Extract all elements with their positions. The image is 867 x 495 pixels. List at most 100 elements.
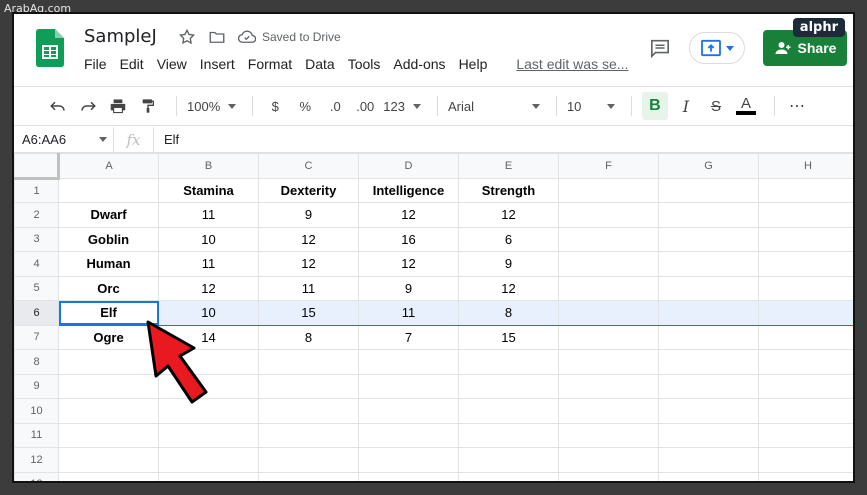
column-header[interactable]: G <box>658 153 759 179</box>
grid-cell[interactable] <box>158 422 259 448</box>
bold-button[interactable]: B <box>641 92 668 120</box>
grid-cell[interactable]: 12 <box>258 226 359 252</box>
grid-cell[interactable]: Goblin <box>58 226 159 252</box>
grid-cell[interactable] <box>758 300 853 326</box>
grid-cell[interactable] <box>258 349 359 375</box>
grid-cell[interactable]: 12 <box>358 202 459 228</box>
grid-cell[interactable] <box>458 373 559 399</box>
folder-icon[interactable] <box>208 28 226 46</box>
last-edit-link[interactable]: Last edit was se... <box>516 56 635 72</box>
grid-cell[interactable] <box>258 422 359 448</box>
grid-cell[interactable]: 16 <box>358 226 459 252</box>
grid-cell[interactable] <box>658 275 759 301</box>
strikethrough-button[interactable]: S <box>704 92 728 120</box>
grid-cell[interactable] <box>758 251 853 277</box>
percent-format-button[interactable]: % <box>293 92 317 120</box>
column-header[interactable]: B <box>158 153 259 179</box>
grid-cell[interactable] <box>758 447 853 473</box>
grid-cell[interactable] <box>658 422 759 448</box>
grid-cell[interactable]: 11 <box>158 251 259 277</box>
grid-cell[interactable] <box>358 398 459 424</box>
undo-icon[interactable] <box>46 92 70 120</box>
column-header[interactable]: A <box>58 153 159 179</box>
grid-cell[interactable] <box>758 398 853 424</box>
column-header[interactable]: F <box>558 153 659 179</box>
row-header[interactable]: 8 <box>14 349 59 375</box>
row-header[interactable]: 7 <box>14 324 59 350</box>
grid-cell[interactable] <box>558 275 659 301</box>
grid-cell[interactable]: 12 <box>258 251 359 277</box>
grid-cell[interactable] <box>758 202 853 228</box>
grid-cell[interactable] <box>758 226 853 252</box>
grid-cell[interactable] <box>558 422 659 448</box>
grid-cell[interactable] <box>658 251 759 277</box>
grid-cell[interactable] <box>758 324 853 350</box>
column-header[interactable]: E <box>458 153 559 179</box>
row-header[interactable]: 1 <box>14 177 59 203</box>
grid-cell[interactable] <box>58 447 159 473</box>
grid-cell[interactable] <box>258 447 359 473</box>
menu-edit[interactable]: Edit <box>120 56 151 72</box>
grid-cell[interactable] <box>158 447 259 473</box>
increase-decimal-button[interactable]: .00 <box>353 92 377 120</box>
grid-cell[interactable] <box>558 349 659 375</box>
grid-cell[interactable] <box>658 447 759 473</box>
row-header[interactable]: 12 <box>14 447 59 473</box>
font-size-select[interactable]: 10 <box>567 92 615 120</box>
more-formats-select[interactable]: 123 <box>383 92 421 120</box>
grid-cell[interactable]: 9 <box>458 251 559 277</box>
grid-cell[interactable] <box>658 300 759 326</box>
column-header[interactable]: C <box>258 153 359 179</box>
grid-cell[interactable] <box>558 177 659 203</box>
grid-cell[interactable] <box>58 177 159 203</box>
grid-cell[interactable] <box>758 349 853 375</box>
row-header[interactable]: 11 <box>14 422 59 448</box>
grid-cell[interactable]: 6 <box>458 226 559 252</box>
grid-cell[interactable]: 10 <box>158 226 259 252</box>
row-header[interactable]: 9 <box>14 373 59 399</box>
grid-cell[interactable] <box>758 471 853 481</box>
grid-cell[interactable] <box>58 471 159 481</box>
grid-cell[interactable] <box>358 471 459 481</box>
grid-cell[interactable] <box>458 422 559 448</box>
grid-cell[interactable] <box>558 251 659 277</box>
menu-data[interactable]: Data <box>305 56 342 72</box>
grid-cell[interactable]: Strength <box>458 177 559 203</box>
grid-cell[interactable] <box>558 373 659 399</box>
grid-cell[interactable]: 8 <box>458 300 559 326</box>
row-header[interactable]: 5 <box>14 275 59 301</box>
grid-cell[interactable]: 7 <box>358 324 459 350</box>
grid-cell[interactable]: Dexterity <box>258 177 359 203</box>
grid-cell[interactable] <box>658 177 759 203</box>
grid-cell[interactable] <box>258 471 359 481</box>
grid-cell[interactable]: Human <box>58 251 159 277</box>
grid-cell[interactable] <box>58 422 159 448</box>
print-icon[interactable] <box>106 92 130 120</box>
grid-cell[interactable]: 9 <box>358 275 459 301</box>
grid-cell[interactable] <box>358 447 459 473</box>
menu-tools[interactable]: Tools <box>348 56 388 72</box>
italic-button[interactable]: I <box>674 92 698 120</box>
currency-format-button[interactable]: $ <box>263 92 287 120</box>
star-icon[interactable] <box>178 28 196 46</box>
name-box[interactable]: A6:AA6 <box>14 127 114 152</box>
grid-cell[interactable] <box>758 373 853 399</box>
sheets-logo-icon[interactable] <box>36 29 64 67</box>
grid-cell[interactable] <box>458 398 559 424</box>
grid-cell[interactable] <box>458 447 559 473</box>
grid-cell[interactable] <box>358 349 459 375</box>
grid-cell[interactable] <box>658 226 759 252</box>
comments-icon[interactable] <box>649 38 671 58</box>
grid-cell[interactable] <box>358 422 459 448</box>
grid-cell[interactable] <box>358 373 459 399</box>
grid-cell[interactable] <box>558 324 659 350</box>
font-select[interactable]: Arial <box>448 92 540 120</box>
grid-cell[interactable] <box>658 349 759 375</box>
grid-cell[interactable] <box>558 398 659 424</box>
column-header[interactable]: H <box>758 153 853 179</box>
formula-input[interactable]: Elf <box>154 132 179 147</box>
grid-cell[interactable] <box>558 471 659 481</box>
grid-cell[interactable]: Orc <box>58 275 159 301</box>
paint-format-icon[interactable] <box>136 92 160 120</box>
present-button[interactable] <box>689 32 745 64</box>
